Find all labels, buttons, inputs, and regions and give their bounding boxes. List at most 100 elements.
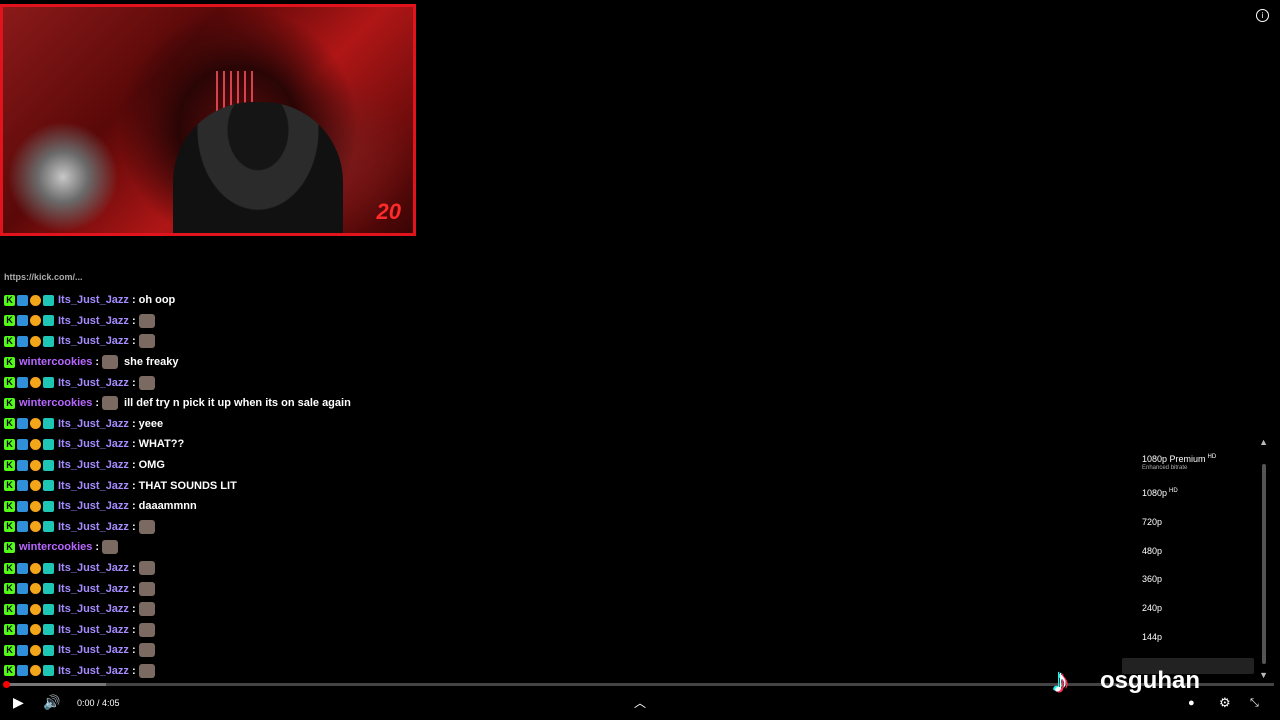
- scroll-down-icon[interactable]: ▼: [1259, 670, 1268, 680]
- chat-username[interactable]: wintercookies: [19, 397, 92, 409]
- tier-badge-icon: [43, 562, 54, 574]
- chat-separator: :: [131, 500, 136, 513]
- fullscreen-exit-icon[interactable]: ⤡: [1250, 697, 1259, 710]
- tier-badge-icon: [43, 665, 54, 677]
- progress-knob[interactable]: [3, 681, 10, 688]
- info-icon[interactable]: i: [1256, 9, 1269, 22]
- chat-separator: :: [131, 520, 136, 533]
- chat-text: oh oop: [138, 294, 176, 307]
- chat-username[interactable]: wintercookies: [19, 356, 92, 368]
- chat-emote: [138, 375, 155, 390]
- chat-username[interactable]: Its_Just_Jazz: [58, 624, 129, 636]
- chat-separator: :: [95, 356, 100, 369]
- webcam-overlay: 20: [0, 4, 416, 236]
- gift-badge-icon: [30, 500, 41, 512]
- kick-badge-icon: K: [4, 665, 15, 677]
- chevron-up-icon[interactable]: ︿: [634, 694, 646, 711]
- chat-username[interactable]: Its_Just_Jazz: [58, 315, 129, 327]
- subscriber-badge-icon: [17, 294, 28, 306]
- kick-badge-icon: K: [4, 521, 15, 533]
- chat-username[interactable]: Its_Just_Jazz: [58, 480, 129, 492]
- quality-option[interactable]: 144p: [1142, 632, 1162, 642]
- subscriber-badge-icon: [17, 335, 28, 347]
- tier-badge-icon: [43, 418, 54, 430]
- chat-username[interactable]: Its_Just_Jazz: [58, 459, 129, 471]
- chat-username[interactable]: Its_Just_Jazz: [58, 562, 129, 574]
- chat-message: K Its_Just_Jazz:: [4, 558, 464, 579]
- chat-username[interactable]: Its_Just_Jazz: [58, 294, 129, 306]
- webcam-badge: 20: [376, 199, 401, 224]
- chat-emote: [102, 540, 119, 555]
- kick-badge-icon: K: [4, 356, 15, 368]
- chat-separator: :: [131, 459, 136, 472]
- chat-message: Kwintercookies:: [4, 537, 464, 558]
- chat-username[interactable]: Its_Just_Jazz: [58, 583, 129, 595]
- volume-icon[interactable]: 🔊: [43, 694, 60, 711]
- quality-menu: ▲ 1080p Premium HD Enhanced bitrate 1080p HD…: [1118, 437, 1270, 680]
- tier-badge-icon: [43, 583, 54, 595]
- quality-label: 360p: [1142, 574, 1163, 584]
- hd-badge: HD: [1207, 454, 1217, 460]
- chat-username[interactable]: Its_Just_Jazz: [58, 500, 129, 512]
- subscriber-badge-icon: [17, 377, 28, 389]
- gift-badge-icon: [30, 418, 41, 430]
- chat-separator: :: [131, 438, 136, 451]
- chat-username[interactable]: wintercookies: [19, 541, 92, 553]
- gift-badge-icon: [30, 315, 41, 327]
- chat-username[interactable]: Its_Just_Jazz: [58, 603, 129, 615]
- kick-badge-icon: K: [4, 500, 15, 512]
- gift-badge-icon: [30, 583, 41, 595]
- kick-badge-icon: K: [4, 562, 15, 574]
- gift-badge-icon: [30, 480, 41, 492]
- chat-emote: [138, 643, 155, 658]
- chat-text: ill def try n pick it up when its on sal…: [124, 397, 351, 410]
- chat-emote: [138, 313, 155, 328]
- chat-username[interactable]: Its_Just_Jazz: [58, 377, 129, 389]
- kick-badge-icon: K: [4, 603, 15, 615]
- watermark-username: osguhan: [1100, 667, 1200, 694]
- chat-username[interactable]: Its_Just_Jazz: [58, 665, 129, 677]
- chat-separator: :: [131, 479, 136, 492]
- time-display: 0:00 / 4:05: [77, 698, 120, 708]
- chat-username[interactable]: Its_Just_Jazz: [58, 335, 129, 347]
- quality-scrollbar[interactable]: [1262, 464, 1266, 664]
- gift-badge-icon: [30, 438, 41, 450]
- subscriber-badge-icon: [17, 500, 28, 512]
- chat-separator: :: [131, 335, 136, 348]
- subscriber-badge-icon: [17, 480, 28, 492]
- gift-badge-icon: [30, 459, 41, 471]
- chat-username[interactable]: Its_Just_Jazz: [58, 644, 129, 656]
- chat-message: K Its_Just_Jazz: yeee: [4, 414, 464, 435]
- chat-message: K Its_Just_Jazz:: [4, 599, 464, 620]
- scroll-up-icon[interactable]: ▲: [1259, 437, 1268, 447]
- settings-icon[interactable]: ⚙: [1219, 695, 1231, 711]
- play-icon[interactable]: ▶: [13, 694, 24, 711]
- gift-badge-icon: [30, 644, 41, 656]
- quality-option[interactable]: 720p: [1142, 517, 1162, 527]
- buffered-bar: [6, 683, 106, 686]
- kick-badge-icon: K: [4, 480, 15, 492]
- quality-option[interactable]: 240p: [1142, 603, 1162, 613]
- chat-emote: [102, 355, 119, 370]
- chat-emote: [138, 334, 155, 349]
- chat-text: OMG: [138, 459, 165, 472]
- chat-message: Kwintercookies: she freaky: [4, 352, 464, 373]
- chat-separator: :: [95, 397, 100, 410]
- chat-text: yeee: [138, 417, 164, 430]
- chat-text: THAT SOUNDS LIT: [138, 479, 237, 492]
- chat-message: K Its_Just_Jazz:: [4, 517, 464, 538]
- quality-option[interactable]: 1080p HD: [1142, 488, 1178, 498]
- quality-option[interactable]: 360p: [1142, 574, 1162, 584]
- kick-badge-icon: K: [4, 541, 15, 553]
- chat-username[interactable]: Its_Just_Jazz: [58, 438, 129, 450]
- tier-badge-icon: [43, 377, 54, 389]
- kick-badge-icon: K: [4, 438, 15, 450]
- quality-option[interactable]: 1080p Premium HD Enhanced bitrate: [1142, 454, 1216, 471]
- chat-emote: [138, 581, 155, 596]
- chat-username[interactable]: Its_Just_Jazz: [58, 521, 129, 533]
- chat-username[interactable]: Its_Just_Jazz: [58, 418, 129, 430]
- chat-separator: :: [131, 623, 136, 636]
- quality-option[interactable]: 480p: [1142, 546, 1162, 556]
- gift-badge-icon: [30, 521, 41, 533]
- chat-emote: [138, 519, 155, 534]
